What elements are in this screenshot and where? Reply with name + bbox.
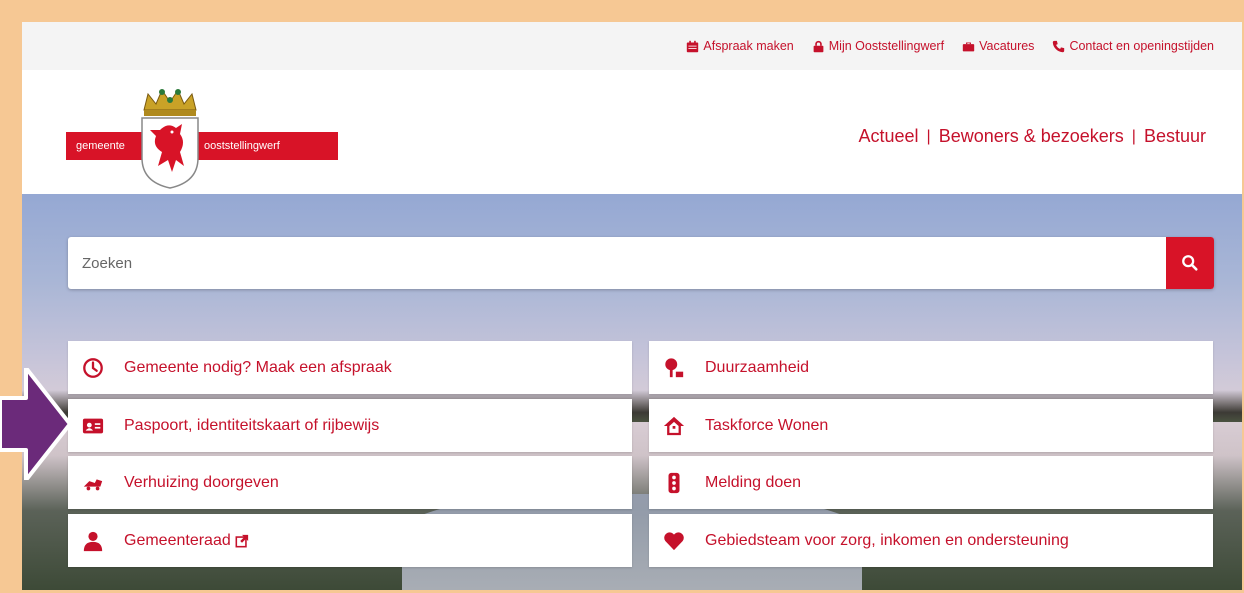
- main-navigation: Actueel | Bewoners & bezoekers | Bestuur: [858, 126, 1206, 147]
- tile-taskforce-wonen[interactable]: Taskforce Wonen: [649, 399, 1213, 452]
- nav-bestuur[interactable]: Bestuur: [1144, 126, 1206, 147]
- briefcase-icon: [962, 41, 975, 51]
- traffic-light-icon: [662, 471, 686, 495]
- nav-bewoners[interactable]: Bewoners & bezoekers: [939, 126, 1124, 147]
- search-button[interactable]: [1166, 237, 1214, 289]
- tile-label: Taskforce Wonen: [705, 416, 829, 434]
- search-input[interactable]: [68, 237, 1162, 289]
- logo-text-right: ooststellingwerf: [196, 132, 338, 160]
- search-bar: [68, 237, 1214, 289]
- house-icon: [662, 414, 686, 438]
- toplink-label: Contact en openingstijden: [1069, 39, 1214, 53]
- tile-label: Paspoort, identiteitskaart of rijbewijs: [124, 416, 380, 434]
- moving-truck-icon: [81, 471, 105, 495]
- tree-icon: [662, 356, 686, 380]
- toplink-vacatures[interactable]: Vacatures: [962, 39, 1034, 53]
- tile-label: Melding doen: [705, 473, 802, 491]
- site-logo[interactable]: gemeente ooststellingwerf: [66, 86, 338, 190]
- toplink-contact[interactable]: Contact en openingstijden: [1052, 39, 1214, 53]
- logo-text-left: gemeente: [66, 132, 142, 160]
- toplink-afspraak[interactable]: Afspraak maken: [686, 39, 794, 53]
- toplink-label: Vacatures: [979, 39, 1035, 53]
- website-page: Afspraak maken Mijn Ooststellingwerf Vac…: [22, 22, 1242, 590]
- tile-duurzaamheid[interactable]: Duurzaamheid: [649, 341, 1213, 394]
- clock-icon: [81, 356, 105, 380]
- phone-icon: [1053, 40, 1065, 52]
- tile-gemeenteraad[interactable]: Gemeenteraad: [68, 514, 632, 567]
- nav-separator: |: [926, 127, 931, 145]
- tile-verhuizing[interactable]: Verhuizing doorgeven: [68, 456, 632, 509]
- tile-afspraak[interactable]: Gemeente nodig? Maak een afspraak: [68, 341, 632, 394]
- tile-gebiedsteam[interactable]: Gebiedsteam voor zorg, inkomen en onders…: [649, 514, 1213, 567]
- external-link-icon: [235, 534, 248, 547]
- highlight-arrow-icon: [0, 368, 70, 480]
- toplink-label: Afspraak maken: [703, 39, 794, 53]
- tile-label: Duurzaamheid: [705, 358, 810, 376]
- nav-actueel[interactable]: Actueel: [858, 126, 918, 147]
- coat-of-arms-icon: [141, 88, 199, 189]
- search-icon: [1182, 255, 1198, 271]
- lock-icon: [813, 40, 824, 52]
- site-header: gemeente ooststellingwerf Actueel | Bewo…: [22, 70, 1242, 194]
- toplink-mijn[interactable]: Mijn Ooststellingwerf: [812, 39, 944, 53]
- hero-section: Gemeente nodig? Maak een afspraak Paspoo…: [22, 194, 1242, 590]
- tile-label: Gebiedsteam voor zorg, inkomen en onders…: [705, 531, 1069, 549]
- utility-bar: Afspraak maken Mijn Ooststellingwerf Vac…: [22, 22, 1242, 70]
- person-icon: [81, 529, 105, 553]
- tile-label: Gemeenteraad: [124, 531, 231, 549]
- nav-separator: |: [1131, 127, 1136, 145]
- tile-label: Verhuizing doorgeven: [124, 473, 279, 491]
- id-card-icon: [81, 414, 105, 438]
- calendar-icon: [687, 40, 699, 52]
- heart-icon: [662, 529, 686, 553]
- tile-label: Gemeente nodig? Maak een afspraak: [124, 358, 392, 376]
- toplink-label: Mijn Ooststellingwerf: [828, 39, 945, 53]
- tile-paspoort[interactable]: Paspoort, identiteitskaart of rijbewijs: [68, 399, 632, 452]
- utility-links: Afspraak maken Mijn Ooststellingwerf Vac…: [686, 22, 1214, 70]
- tile-melding-doen[interactable]: Melding doen: [649, 456, 1213, 509]
